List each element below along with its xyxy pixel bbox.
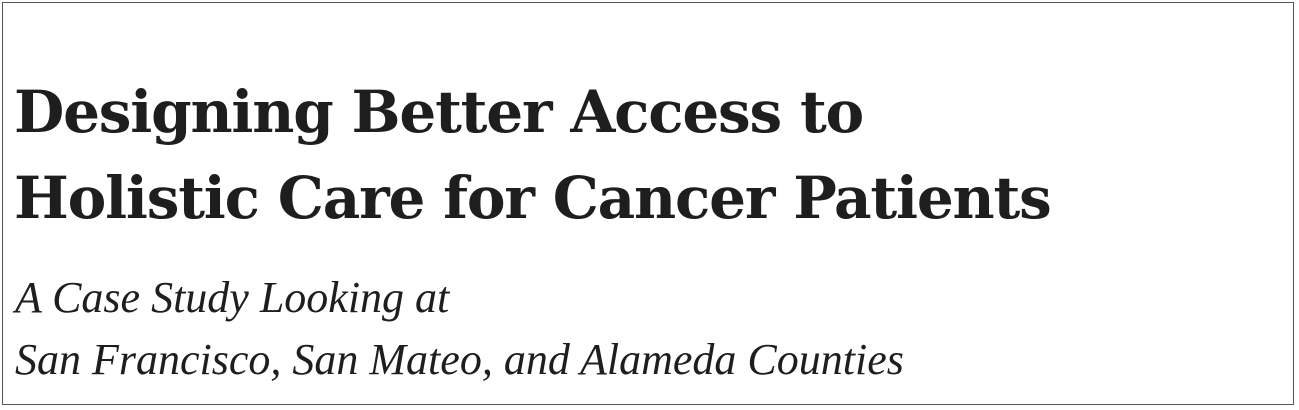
document-subtitle: A Case Study Looking at San Francisco, S… [15, 267, 904, 391]
subtitle-line-1: A Case Study Looking at [15, 273, 450, 322]
subtitle-line-2: San Francisco, San Mateo, and Alameda Co… [15, 335, 904, 384]
title-card: Designing Better Access to Holistic Care… [2, 2, 1294, 405]
title-line-1: Designing Better Access to [14, 78, 864, 146]
document-title: Designing Better Access to Holistic Care… [14, 69, 1052, 241]
title-line-2: Holistic Care for Cancer Patients [14, 164, 1052, 232]
